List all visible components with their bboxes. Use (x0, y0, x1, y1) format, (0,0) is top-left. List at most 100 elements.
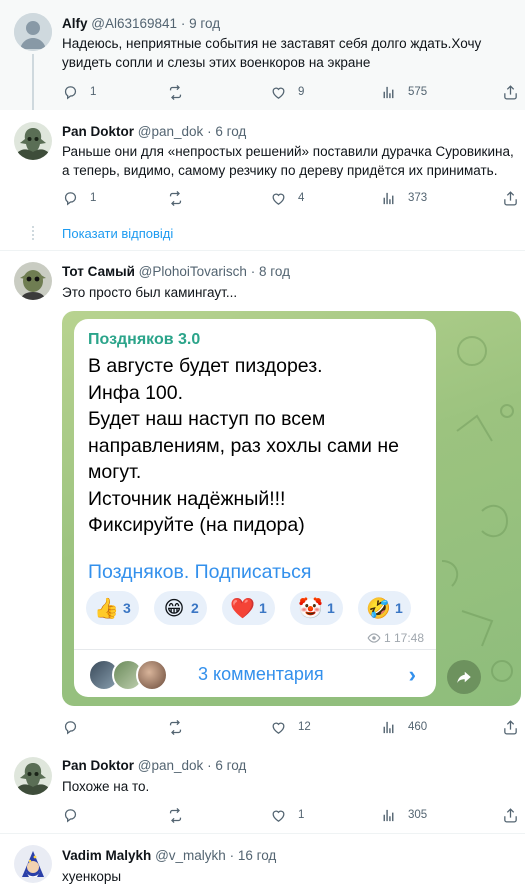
tweet-header: Pan Doktor @pan_dok · 6 год (62, 124, 246, 139)
reply-button[interactable] (62, 717, 79, 737)
share-icon (502, 719, 519, 736)
retweet-icon (167, 807, 184, 824)
divider (74, 649, 436, 650)
avatar-pan-doktor[interactable] (14, 757, 52, 795)
user-name[interactable]: Pan Doktor (62, 758, 134, 773)
share-button[interactable] (502, 82, 519, 102)
tweet-alfy[interactable]: Alfy @Al63169841 · 9 год Надеюсь, неприя… (0, 0, 525, 110)
retweet-icon (167, 190, 184, 207)
reply-button[interactable] (62, 805, 79, 825)
like-icon (270, 807, 287, 824)
separator-dot: · (207, 124, 212, 139)
reply-count: 1 (90, 86, 97, 98)
avatar-tot-samyi[interactable] (14, 262, 52, 300)
avatar-vadim-malykh[interactable] (14, 845, 52, 883)
tweet-text: Это просто был камингаут... (62, 285, 238, 300)
share-button[interactable] (502, 717, 519, 737)
avatar-image-icon (14, 262, 52, 300)
separator-dot: · (207, 758, 212, 773)
chevron-right-icon: › (408, 662, 416, 687)
more-replies-line (32, 226, 34, 240)
user-name[interactable]: Alfy (62, 16, 88, 31)
tweet-header: Pan Doktor @pan_dok · 6 год (62, 758, 246, 773)
retweet-button[interactable] (167, 717, 184, 737)
tweet-text: Надеюсь, неприятные события не заставят … (62, 36, 482, 70)
forward-icon (457, 671, 471, 683)
channel-name: Поздняков 3.0 (88, 331, 201, 348)
avatar-image-icon (14, 757, 52, 795)
tweet-text: Раньше они для «непростых решений» поста… (62, 144, 514, 178)
user-handle[interactable]: @Al63169841 (91, 16, 177, 31)
user-handle[interactable]: @PlohoiTovarisch (139, 264, 247, 279)
tweet-vadim-malykh[interactable]: Vadim Malykh @v_malykh · 16 год хуенкоры (0, 834, 525, 889)
views-button[interactable]: 460 (380, 717, 427, 737)
reaction-count: 2 (191, 600, 199, 616)
views-icon (380, 807, 397, 824)
grin-icon: 😁 (163, 597, 185, 620)
default-avatar-icon (14, 13, 52, 51)
retweet-button[interactable] (167, 805, 184, 825)
heart-icon: ❤️ (230, 597, 255, 620)
views-button[interactable]: 305 (380, 805, 427, 825)
tweet-header: Alfy @Al63169841 · 9 год (62, 16, 220, 31)
reaction-rofl: 🤣 1 (358, 591, 411, 625)
show-replies-link[interactable]: Показати відповіді (62, 226, 173, 241)
reaction-thumbs-up: 👍 3 (86, 591, 139, 625)
message-time: 17:48 (393, 631, 424, 645)
like-button[interactable]: 4 (270, 188, 304, 208)
timestamp[interactable]: 9 год (189, 16, 220, 31)
user-name[interactable]: Vadim Malykh (62, 848, 151, 863)
forward-button (447, 660, 481, 694)
timestamp[interactable]: 6 год (215, 124, 246, 139)
separator-dot: · (229, 848, 235, 863)
retweet-button[interactable] (167, 188, 184, 208)
views-count: 305 (408, 809, 428, 821)
user-name[interactable]: Тот Самый (62, 264, 135, 279)
reaction-heart: ❤️ 1 (222, 591, 275, 625)
tweet-text: хуенкоры (62, 869, 122, 884)
like-button[interactable]: 1 (270, 805, 304, 825)
reply-icon (62, 719, 79, 736)
like-button[interactable]: 9 (270, 82, 304, 102)
reaction-clown: 🤡 1 (290, 591, 343, 625)
avatar-alfy[interactable] (14, 13, 52, 51)
tweet-pan-doktor-1[interactable]: Pan Doktor @pan_dok · 6 год Раньше они д… (0, 110, 525, 250)
retweet-button[interactable] (167, 82, 184, 102)
share-button[interactable] (502, 805, 519, 825)
views-count: 460 (408, 721, 428, 733)
action-bar: 12 460 (62, 717, 517, 737)
timestamp[interactable]: 16 год (238, 848, 276, 863)
avatar-pan-doktor[interactable] (14, 122, 52, 160)
action-bar: 1 305 (62, 805, 517, 825)
rofl-icon: 🤣 (366, 597, 391, 620)
share-icon (502, 807, 519, 824)
views-count: 373 (408, 192, 428, 204)
share-button[interactable] (502, 188, 519, 208)
message-line: Будет наш наступ по всем (88, 408, 326, 430)
like-count: 9 (298, 86, 305, 98)
tweet-media-image[interactable]: Поздняков 3.0 В августе будет пиздорез. … (62, 311, 521, 706)
like-count: 12 (298, 721, 311, 733)
timestamp[interactable]: 6 год (215, 758, 246, 773)
separator-dot: · (250, 264, 256, 279)
comments-row: 3 комментария › (88, 656, 422, 692)
user-name[interactable]: Pan Doktor (62, 124, 134, 139)
views-button[interactable]: 575 (380, 82, 427, 102)
user-handle[interactable]: @pan_dok (138, 124, 204, 139)
timestamp[interactable]: 8 год (259, 264, 290, 279)
share-icon (502, 190, 519, 207)
user-handle[interactable]: @pan_dok (138, 758, 204, 773)
share-icon (502, 84, 519, 101)
tweet-text: Похоже на то. (62, 779, 150, 794)
tweet-pan-doktor-2[interactable]: Pan Doktor @pan_dok · 6 год Похоже на то… (0, 745, 525, 831)
reply-button[interactable]: 1 (62, 82, 96, 102)
like-icon (270, 719, 287, 736)
message-line: Фиксируйте (на пидора) (88, 514, 305, 536)
message-views: 1 (383, 631, 391, 645)
like-count: 1 (298, 809, 305, 821)
user-handle[interactable]: @v_malykh (155, 848, 226, 863)
views-button[interactable]: 373 (380, 188, 427, 208)
like-count: 4 (298, 192, 305, 204)
like-button[interactable]: 12 (270, 717, 311, 737)
reply-button[interactable]: 1 (62, 188, 96, 208)
